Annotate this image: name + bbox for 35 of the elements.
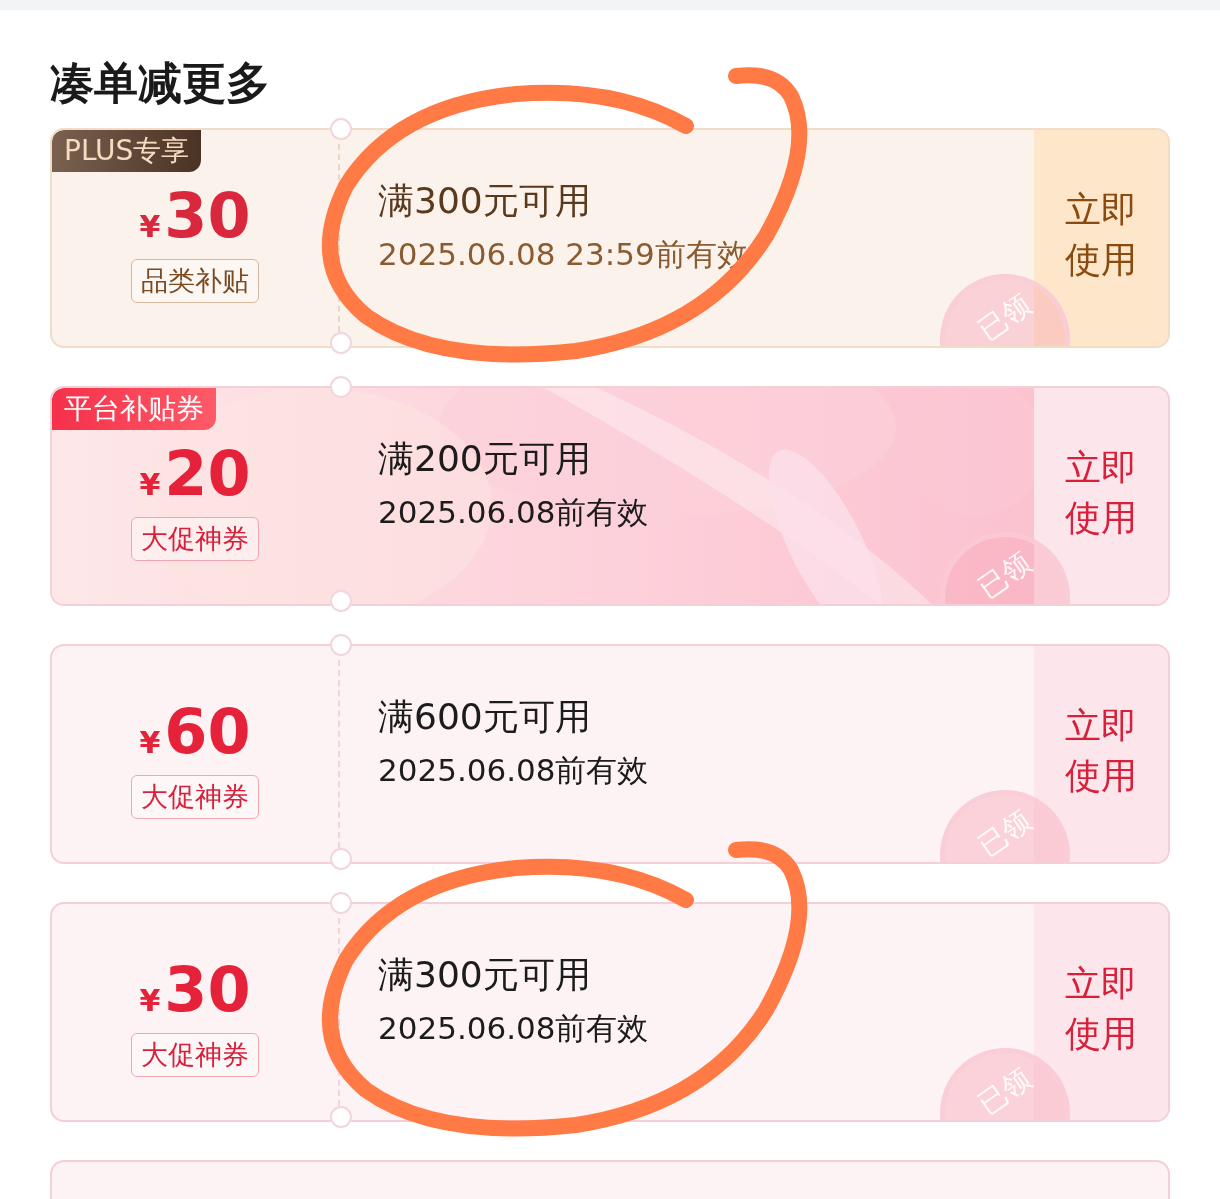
notch [330, 118, 352, 140]
notch [330, 848, 352, 870]
coupon-tag: 品类补贴 [131, 259, 259, 303]
notch [330, 634, 352, 656]
notch [330, 1106, 352, 1128]
currency-symbol: ¥ [139, 467, 161, 502]
coupon-amount: 60 [164, 701, 251, 763]
use-now-button[interactable]: 立即使用 [1034, 904, 1168, 1120]
notch [330, 892, 352, 914]
coupon-condition: 满200元可用 [378, 436, 592, 481]
use-now-button[interactable]: 立即使用 [1034, 646, 1168, 862]
currency-symbol: ¥ [139, 983, 161, 1018]
coupon-tag: 大促神券 [131, 1033, 259, 1077]
coupon-amount: 20 [164, 443, 251, 505]
currency-symbol: ¥ [139, 209, 161, 244]
coupon-condition: 满300元可用 [378, 178, 592, 223]
use-now-button[interactable]: 立即使用 [1034, 388, 1168, 604]
notch [330, 376, 352, 398]
section-title: 凑单减更多 [50, 56, 271, 110]
coupon-badge: 平台补贴券 [52, 388, 216, 430]
coupon-amount: 30 [164, 959, 251, 1021]
validity-date: 2025.06.08前有效 [378, 492, 650, 532]
coupon-condition: 满600元可用 [378, 694, 592, 739]
coupon-condition: 满300元可用 [378, 952, 592, 997]
coupon-amount: 30 [164, 185, 251, 247]
validity-date: 2025.06.08前有效 [378, 750, 650, 790]
validity-date: 2025.06.08前有效 [378, 1008, 650, 1048]
coupon-tag: 大促神券 [131, 775, 259, 819]
coupon-tag: 大促神券 [131, 517, 259, 561]
use-now-button[interactable]: 立即使用 [1034, 130, 1168, 346]
notch [330, 332, 352, 354]
coupon-badge: PLUS专享 [52, 130, 202, 172]
coupon-card[interactable]: ¥20 大促神券 满200元可用 2025.06.08前有效 立即使用 已领 平台补贴券 [50, 386, 1170, 606]
notch [330, 590, 352, 612]
currency-symbol: ¥ [139, 725, 161, 760]
